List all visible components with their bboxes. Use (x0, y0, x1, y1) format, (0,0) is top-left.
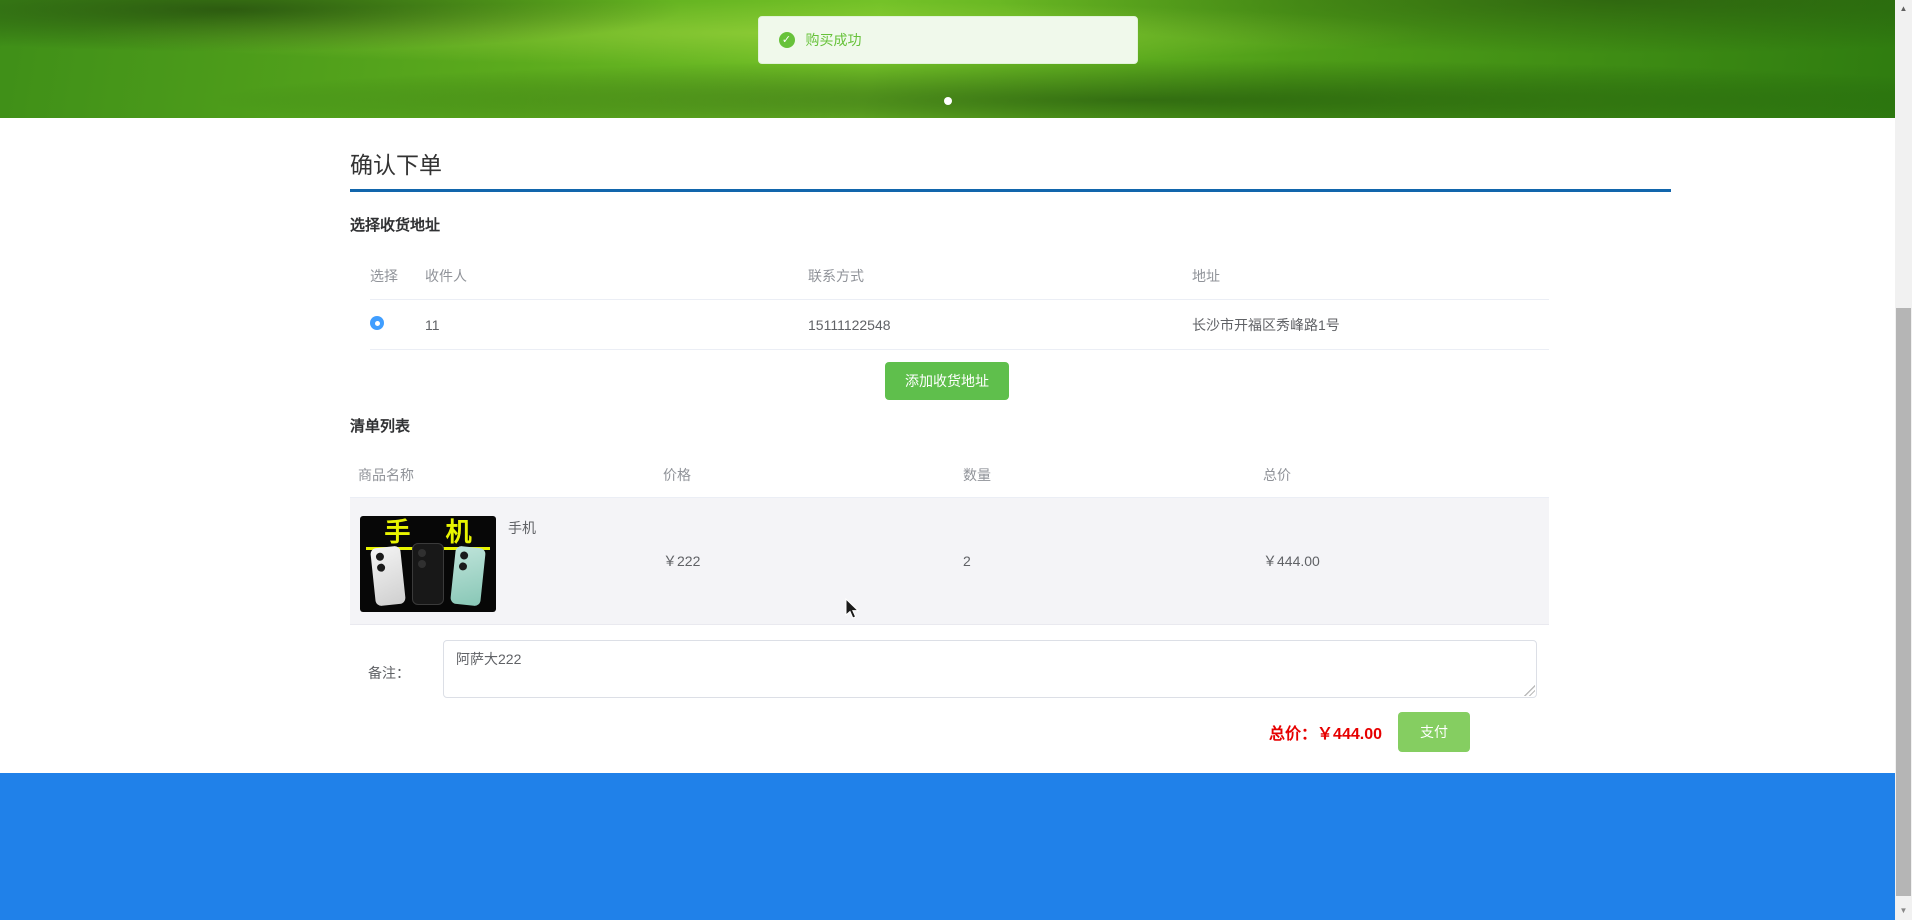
address-section-heading: 选择收货地址 (350, 217, 441, 234)
col-recipient: 收件人 (425, 268, 467, 284)
page: ✓ 购买成功 确认下单 选择收货地址 选择 收件人 联系方式 地址 11 151… (0, 0, 1912, 920)
col-contact: 联系方式 (808, 268, 864, 284)
address-radio-selected[interactable] (370, 316, 384, 330)
contact-cell: 15111122548 (808, 316, 891, 333)
check-circle-icon: ✓ (778, 32, 795, 48)
page-title: 确认下单 (350, 152, 442, 178)
toast-message: 购买成功 (805, 32, 862, 48)
product-image: 手 机 (360, 516, 496, 612)
address-table: 选择 收件人 联系方式 地址 11 15111122548 长沙市开福区秀峰路1… (370, 253, 1549, 350)
carousel-indicator-dot[interactable] (943, 97, 952, 105)
cart-table-header: 商品名称 价格 数量 总价 (350, 448, 1549, 498)
vertical-scrollbar: ▲ ▼ (1895, 0, 1912, 920)
carousel-banner: ✓ 购买成功 (0, 0, 1895, 118)
textarea-resize-handle[interactable] (1524, 685, 1535, 696)
title-divider (350, 189, 1671, 192)
address-cell: 长沙市开福区秀峰路1号 (1192, 316, 1340, 333)
recipient-cell: 11 (425, 316, 440, 333)
product-name: 手机 (508, 520, 536, 536)
col-address: 地址 (1192, 268, 1220, 284)
price-cell: ￥222 (663, 553, 701, 569)
col-product-name: 商品名称 (358, 467, 414, 483)
order-summary: 总价：￥444.00 支付 (1030, 712, 1470, 752)
page-footer (0, 773, 1895, 920)
phone-teal (450, 545, 486, 607)
scrollbar-thumb[interactable] (1896, 308, 1911, 896)
col-price: 价格 (663, 467, 691, 483)
col-select: 选择 (370, 268, 398, 284)
phone-black (412, 543, 444, 605)
address-row: 11 15111122548 长沙市开福区秀峰路1号 (370, 300, 1549, 350)
row-total-cell: ￥444.00 (1263, 553, 1320, 569)
remark-label: 备注： (368, 665, 410, 681)
cart-row: 手 机 手机 ￥222 2 ￥444.00 (350, 498, 1549, 625)
pay-button[interactable]: 支付 (1398, 712, 1470, 752)
add-address-button[interactable]: 添加收货地址 (885, 362, 1009, 400)
scroll-up-arrow-icon[interactable]: ▲ (1895, 2, 1912, 16)
success-toast: ✓ 购买成功 (757, 16, 1138, 64)
col-total: 总价 (1263, 467, 1291, 483)
scroll-down-arrow-icon[interactable]: ▼ (1895, 904, 1912, 918)
address-table-header: 选择 收件人 联系方式 地址 (370, 253, 1549, 300)
quantity-cell: 2 (963, 553, 971, 569)
order-confirm-panel: 确认下单 选择收货地址 选择 收件人 联系方式 地址 11 1511112254… (0, 118, 1895, 773)
phone-white (370, 545, 406, 607)
col-quantity: 数量 (963, 467, 991, 483)
grand-total: 总价：￥444.00 (1269, 726, 1382, 743)
cart-table: 商品名称 价格 数量 总价 手 机 手机 ￥222 2 ￥444.00 (350, 448, 1549, 625)
cart-section-heading: 清单列表 (350, 418, 411, 435)
remark-textarea[interactable]: 阿萨大222 (443, 640, 1537, 698)
